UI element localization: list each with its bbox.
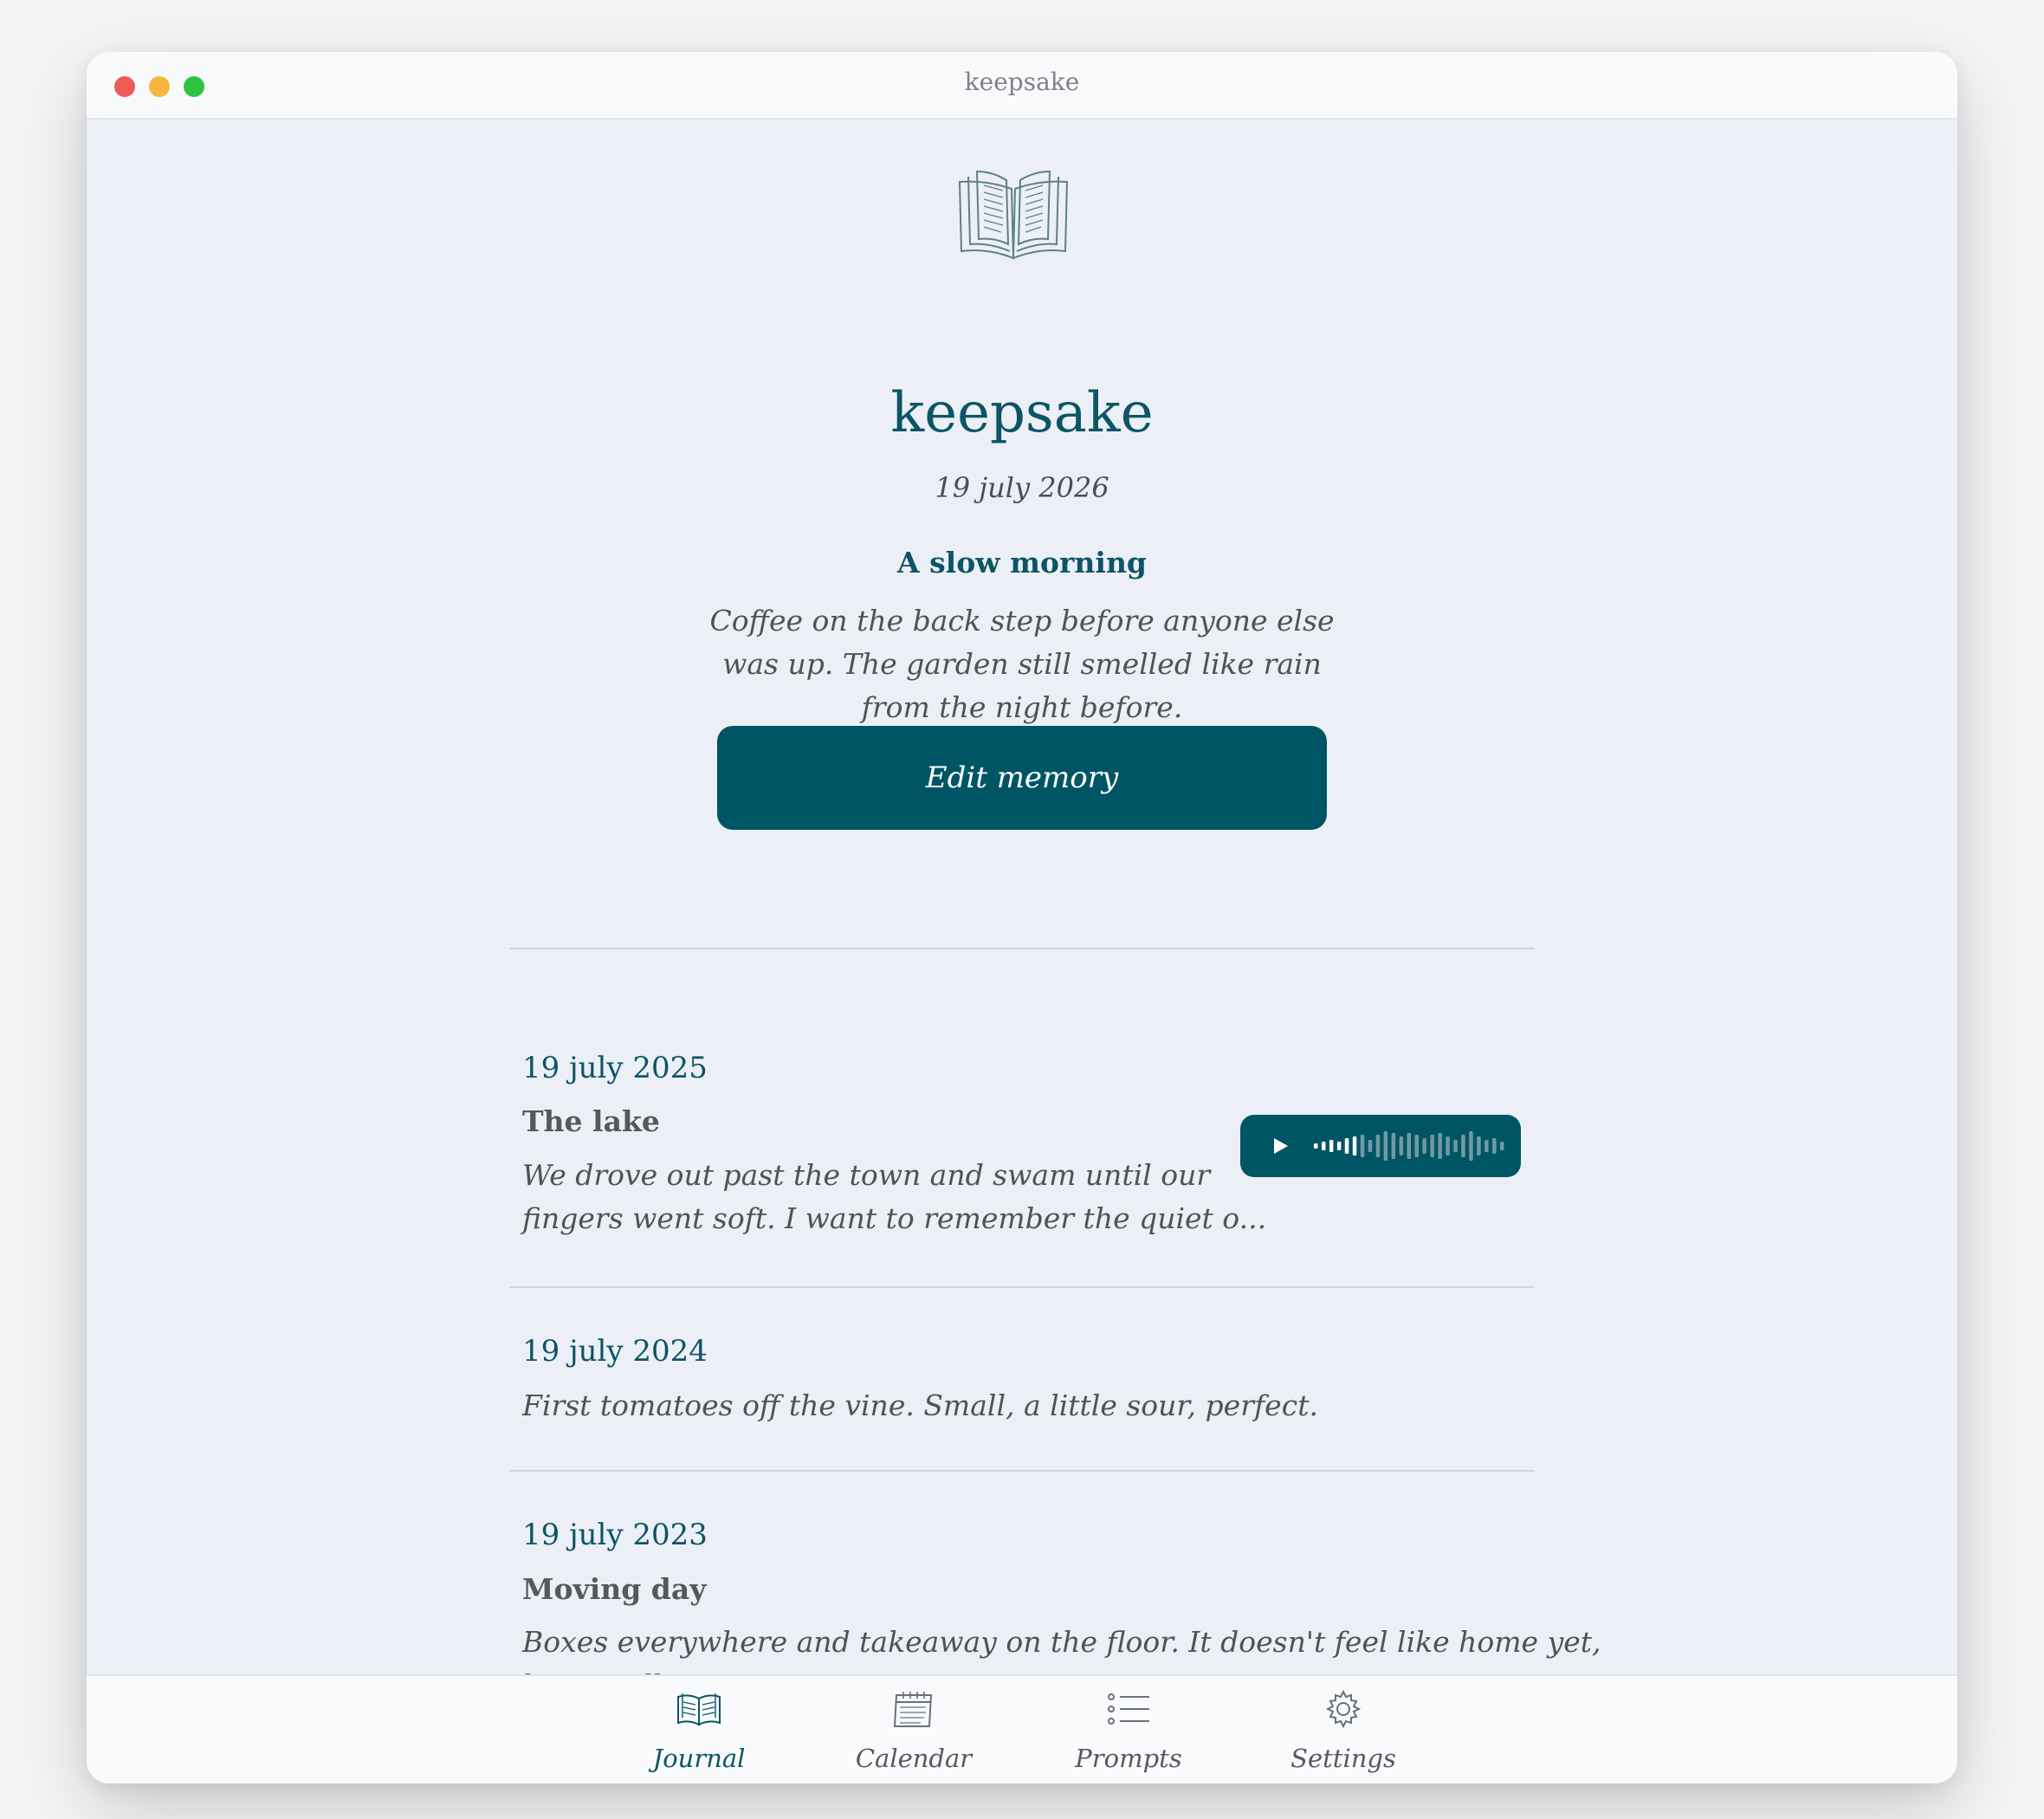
waveform-bar — [1453, 1140, 1458, 1152]
list-icon — [1108, 1693, 1149, 1725]
journal-view: keepsake 19 july 2026 A slow morning Cof… — [87, 121, 1957, 1674]
today-memory-text: Coffee on the back step before anyone el… — [709, 604, 1335, 724]
tab-label: Journal — [652, 1744, 746, 1773]
tab-bar: Journal Calendar Prompts Settings — [87, 1674, 1957, 1783]
entry-title: Moving day — [522, 1572, 707, 1606]
edit-memory-button[interactable]: Edit memory — [717, 726, 1327, 830]
waveform-bar — [1336, 1142, 1342, 1150]
entry-text-line: but it will. — [522, 1664, 1601, 1674]
waveform-bar — [1461, 1135, 1465, 1157]
entry-title: The lake — [522, 1104, 660, 1138]
waveform-bar — [1383, 1131, 1388, 1161]
entry-text-line: fingers went soft. I want to remember th… — [522, 1201, 1267, 1235]
waveform-bar — [1352, 1136, 1357, 1155]
waveform-bar — [1430, 1135, 1434, 1157]
title-bar: keepsake — [87, 52, 1957, 120]
waveform-bar — [1314, 1143, 1318, 1149]
entry-date[interactable]: 19 july 2024 — [522, 1334, 708, 1369]
waveform-bar — [1360, 1135, 1365, 1157]
waveform-bar — [1375, 1135, 1381, 1157]
calendar-icon — [893, 1692, 933, 1727]
waveform-bar — [1446, 1136, 1450, 1155]
waveform-bar — [1492, 1138, 1497, 1154]
waveform-bar — [1484, 1140, 1489, 1152]
entry-text-line: We drove out past the town and swam unti… — [522, 1158, 1211, 1192]
waveform-bar — [1322, 1142, 1326, 1150]
audio-player[interactable] — [1240, 1115, 1521, 1177]
waveform-bar — [1477, 1136, 1481, 1155]
tab-settings[interactable]: Settings — [1265, 1676, 1421, 1783]
waveform-bar — [1407, 1133, 1411, 1159]
play-icon[interactable] — [1270, 1136, 1290, 1156]
divider — [509, 948, 1535, 949]
book-icon — [677, 1693, 721, 1726]
tab-label: Prompts — [1075, 1744, 1182, 1773]
entry-date[interactable]: 19 july 2023 — [522, 1518, 708, 1552]
waveform-bar — [1422, 1138, 1426, 1154]
waveform-bar — [1469, 1131, 1473, 1161]
waveform-bar — [1344, 1138, 1349, 1154]
waveform-bar — [1500, 1142, 1504, 1150]
waveform-bar — [1391, 1133, 1396, 1159]
entry-text-line: Boxes everywhere and takeaway on the flo… — [522, 1625, 1601, 1659]
tab-journal[interactable]: Journal — [621, 1676, 777, 1783]
tab-label: Settings — [1290, 1744, 1396, 1773]
gear-icon — [1325, 1689, 1362, 1729]
waveform-bar — [1399, 1136, 1404, 1155]
today-memory-title: A slow morning — [896, 546, 1148, 579]
waveform-bar — [1368, 1140, 1373, 1152]
today-date: 19 july 2026 — [935, 471, 1109, 504]
tab-calendar[interactable]: Calendar — [836, 1676, 992, 1783]
entry-text[interactable]: Boxes everywhere and takeaway on the flo… — [522, 1621, 1601, 1674]
divider — [509, 1286, 1535, 1288]
waveform[interactable] — [1313, 1127, 1507, 1165]
tab-label: Calendar — [855, 1744, 973, 1773]
app-window: keepsake keepsake 19 july 2026 A slow mo… — [87, 52, 1957, 1783]
entry-text-line: First tomatoes off the vine. Small, a li… — [522, 1389, 1318, 1422]
app-title: keepsake — [890, 381, 1154, 445]
waveform-bar — [1438, 1133, 1442, 1159]
waveform-bar — [1414, 1135, 1419, 1157]
tab-prompts[interactable]: Prompts — [1051, 1676, 1206, 1783]
open-book-icon — [958, 170, 1069, 260]
entry-text[interactable]: We drove out past the town and swam unti… — [522, 1154, 1266, 1240]
entry-text[interactable]: First tomatoes off the vine. Small, a li… — [522, 1384, 1318, 1427]
window-title: keepsake — [964, 68, 1080, 96]
divider — [509, 1470, 1535, 1472]
waveform-bar — [1329, 1140, 1334, 1152]
entry-date[interactable]: 19 july 2025 — [522, 1051, 708, 1085]
